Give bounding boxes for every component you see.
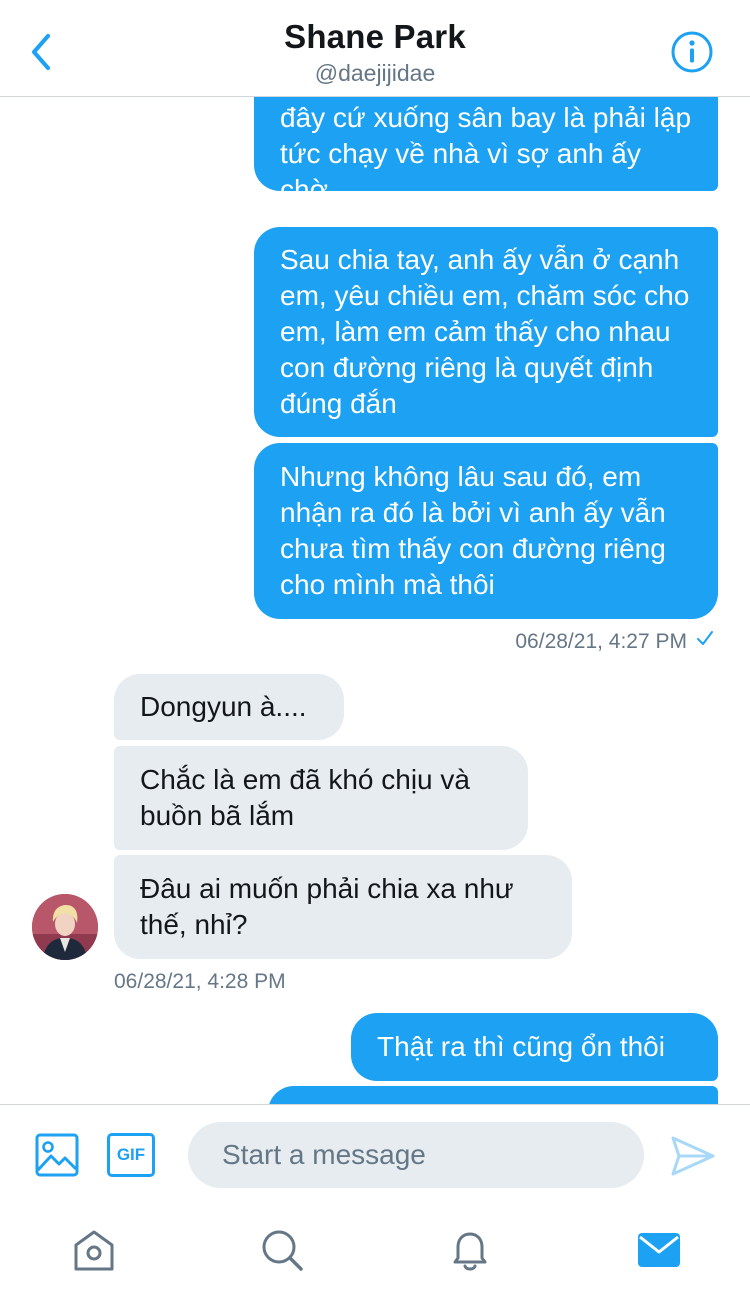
message-timestamp: 06/28/21, 4:27 PM xyxy=(515,630,687,653)
bell-icon[interactable] xyxy=(447,1227,493,1273)
message-input[interactable] xyxy=(188,1122,644,1188)
contact-avatar[interactable] xyxy=(32,894,98,960)
outgoing-message[interactable]: Sau chia tay, anh ấy vẫn ở cạnh em, yêu … xyxy=(254,227,718,437)
image-icon[interactable] xyxy=(34,1132,80,1178)
message-thread[interactable]: đây cứ xuống sân bay là phải lập tức chạ… xyxy=(0,97,750,1104)
outgoing-message[interactable]: Thật ra thì cũng ổn thôi xyxy=(351,1013,718,1081)
outgoing-message[interactable]: đây cứ xuống sân bay là phải lập tức chạ… xyxy=(254,97,718,205)
incoming-message[interactable]: Dongyun à.... xyxy=(114,674,344,740)
outgoing-message[interactable]: Nhưng không lâu sau đó, em nhận ra đó là… xyxy=(254,443,718,619)
outgoing-message[interactable] xyxy=(268,1086,718,1104)
avatar-image xyxy=(32,894,98,960)
gif-button[interactable]: GIF xyxy=(107,1133,155,1177)
incoming-message[interactable]: Chắc là em đã khó chịu và buồn bã lắm xyxy=(114,746,528,850)
bottom-tab-bar xyxy=(0,1204,750,1302)
search-icon[interactable] xyxy=(259,1227,305,1273)
sent-check-icon xyxy=(697,631,713,645)
incoming-message[interactable]: Đâu ai muốn phải chia xa như thế, nhỉ? xyxy=(114,855,572,959)
message-composer: GIF xyxy=(0,1104,750,1204)
envelope-icon[interactable] xyxy=(636,1227,682,1273)
info-icon[interactable] xyxy=(670,30,714,74)
send-icon[interactable] xyxy=(670,1134,716,1178)
contact-name[interactable]: Shane Park xyxy=(0,18,750,56)
message-timestamp: 06/28/21, 4:28 PM xyxy=(114,970,286,993)
contact-handle: @daejijidae xyxy=(314,60,436,86)
conversation-header: Shane Park @daejijidae xyxy=(0,0,750,97)
home-icon[interactable] xyxy=(71,1227,117,1273)
